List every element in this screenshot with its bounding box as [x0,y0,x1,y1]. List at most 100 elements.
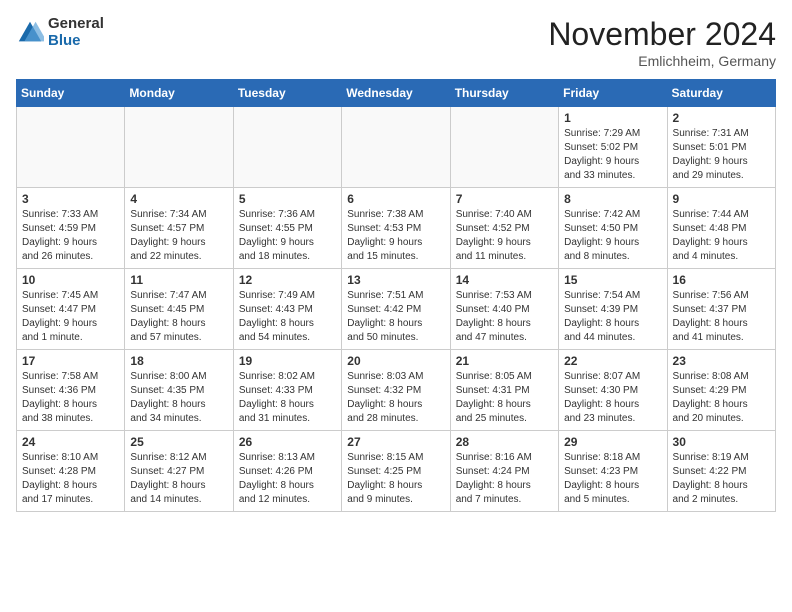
title-block: November 2024 Emlichheim, Germany [548,16,776,69]
calendar-cell: 13Sunrise: 7:51 AM Sunset: 4:42 PM Dayli… [342,269,450,350]
day-number: 16 [673,273,770,287]
day-number: 30 [673,435,770,449]
day-info: Sunrise: 8:02 AM Sunset: 4:33 PM Dayligh… [239,370,336,426]
day-number: 8 [564,192,661,206]
day-number: 9 [673,192,770,206]
calendar-cell [450,107,558,188]
day-number: 14 [456,273,553,287]
header-sunday: Sunday [17,80,125,107]
day-number: 24 [22,435,119,449]
calendar-cell: 17 Sunrise: 7:58 AM Sunset: 4:36 PM Dayli… [17,350,125,431]
location: Emlichheim, Germany [548,53,776,69]
day-number: 15 [564,273,661,287]
logo-icon [16,19,44,47]
day-info: Sunrise: 8:05 AM Sunset: 4:31 PM Dayligh… [456,370,553,426]
day-number: 1 [564,111,661,125]
day-number: 23 [673,354,770,368]
calendar-cell: 12 Sunrise: 7:49 AM Sunset: 4:43 PM Dayli… [233,269,341,350]
calendar-cell: 5Sunrise: 7:36 AM Sunset: 4:55 PM Daylig… [233,188,341,269]
day-number: 18 [130,354,227,368]
calendar-cell: 28 Sunrise: 8:16 AM Sunset: 4:24 PM Dayli… [450,431,558,512]
calendar-cell: 10 Sunrise: 7:45 AM Sunset: 4:47 PM Dayli… [17,269,125,350]
calendar-cell: 16 Sunrise: 7:56 AM Sunset: 4:37 PM Dayli… [667,269,775,350]
logo-blue: Blue [48,33,104,50]
day-info: Sunrise: 7:34 AM Sunset: 4:57 PM Dayligh… [130,208,227,264]
day-info: Sunrise: 8:15 AM Sunset: 4:25 PM Dayligh… [347,451,444,507]
header-friday: Friday [559,80,667,107]
day-info: Sunrise: 7:58 AM Sunset: 4:36 PM Dayligh… [22,370,119,426]
day-info: Sunrise: 8:13 AM Sunset: 4:26 PM Dayligh… [239,451,336,507]
header-saturday: Saturday [667,80,775,107]
day-number: 5 [239,192,336,206]
week-row-1: 1 Sunrise: 7:29 AM Sunset: 5:02 PM Daylig… [17,107,776,188]
day-info: Sunrise: 7:54 AM Sunset: 4:39 PM Dayligh… [564,289,661,345]
logo-general: General [48,16,104,33]
day-info: Sunrise: 8:10 AM Sunset: 4:28 PM Dayligh… [22,451,119,507]
month-title: November 2024 [548,16,776,53]
calendar-cell: 14Sunrise: 7:53 AM Sunset: 4:40 PM Dayli… [450,269,558,350]
calendar-cell: 2Sunrise: 7:31 AM Sunset: 5:01 PM Daylig… [667,107,775,188]
day-number: 6 [347,192,444,206]
calendar-cell [233,107,341,188]
day-number: 10 [22,273,119,287]
week-row-3: 10 Sunrise: 7:45 AM Sunset: 4:47 PM Dayli… [17,269,776,350]
calendar-cell: 11 Sunrise: 7:47 AM Sunset: 4:45 PM Dayli… [125,269,233,350]
day-info: Sunrise: 7:40 AM Sunset: 4:52 PM Dayligh… [456,208,553,264]
calendar-cell: 30 Sunrise: 8:19 AM Sunset: 4:22 PM Dayli… [667,431,775,512]
day-number: 12 [239,273,336,287]
day-number: 21 [456,354,553,368]
calendar-cell [342,107,450,188]
day-number: 7 [456,192,553,206]
day-info: Sunrise: 8:08 AM Sunset: 4:29 PM Dayligh… [673,370,770,426]
calendar-cell: 23 Sunrise: 8:08 AM Sunset: 4:29 PM Dayli… [667,350,775,431]
calendar-cell: 20 Sunrise: 8:03 AM Sunset: 4:32 PM Dayli… [342,350,450,431]
calendar-cell: 7 Sunrise: 7:40 AM Sunset: 4:52 PM Daylig… [450,188,558,269]
calendar-cell: 6 Sunrise: 7:38 AM Sunset: 4:53 PM Daylig… [342,188,450,269]
day-number: 17 [22,354,119,368]
calendar-cell [125,107,233,188]
logo-text: General Blue [48,16,104,49]
day-number: 29 [564,435,661,449]
day-info: Sunrise: 7:49 AM Sunset: 4:43 PM Dayligh… [239,289,336,345]
day-info: Sunrise: 8:16 AM Sunset: 4:24 PM Dayligh… [456,451,553,507]
day-info: Sunrise: 7:42 AM Sunset: 4:50 PM Dayligh… [564,208,661,264]
calendar-cell: 1 Sunrise: 7:29 AM Sunset: 5:02 PM Daylig… [559,107,667,188]
day-info: Sunrise: 7:33 AM Sunset: 4:59 PM Dayligh… [22,208,119,264]
calendar-cell: 3 Sunrise: 7:33 AM Sunset: 4:59 PM Daylig… [17,188,125,269]
calendar-cell: 15 Sunrise: 7:54 AM Sunset: 4:39 PM Dayli… [559,269,667,350]
day-info: Sunrise: 7:38 AM Sunset: 4:53 PM Dayligh… [347,208,444,264]
day-info: Sunrise: 7:45 AM Sunset: 4:47 PM Dayligh… [22,289,119,345]
day-info: Sunrise: 8:19 AM Sunset: 4:22 PM Dayligh… [673,451,770,507]
header-monday: Monday [125,80,233,107]
day-number: 22 [564,354,661,368]
day-info: Sunrise: 7:47 AM Sunset: 4:45 PM Dayligh… [130,289,227,345]
day-number: 3 [22,192,119,206]
header-thursday: Thursday [450,80,558,107]
day-info: Sunrise: 8:00 AM Sunset: 4:35 PM Dayligh… [130,370,227,426]
day-info: Sunrise: 8:03 AM Sunset: 4:32 PM Dayligh… [347,370,444,426]
day-number: 20 [347,354,444,368]
calendar-cell: 21 Sunrise: 8:05 AM Sunset: 4:31 PM Dayli… [450,350,558,431]
calendar-cell: 27 Sunrise: 8:15 AM Sunset: 4:25 PM Dayli… [342,431,450,512]
calendar-table: SundayMondayTuesdayWednesdayThursdayFrid… [16,79,776,512]
page-header: General Blue November 2024 Emlichheim, G… [16,16,776,69]
calendar-cell: 19Sunrise: 8:02 AM Sunset: 4:33 PM Dayli… [233,350,341,431]
calendar-cell: 22Sunrise: 8:07 AM Sunset: 4:30 PM Dayli… [559,350,667,431]
calendar-cell: 4 Sunrise: 7:34 AM Sunset: 4:57 PM Daylig… [125,188,233,269]
day-number: 25 [130,435,227,449]
day-number: 11 [130,273,227,287]
calendar-cell: 18 Sunrise: 8:00 AM Sunset: 4:35 PM Dayli… [125,350,233,431]
header-wednesday: Wednesday [342,80,450,107]
calendar-cell: 29Sunrise: 8:18 AM Sunset: 4:23 PM Dayli… [559,431,667,512]
calendar-cell: 26Sunrise: 8:13 AM Sunset: 4:26 PM Dayli… [233,431,341,512]
day-info: Sunrise: 7:56 AM Sunset: 4:37 PM Dayligh… [673,289,770,345]
calendar-cell: 25Sunrise: 8:12 AM Sunset: 4:27 PM Dayli… [125,431,233,512]
day-number: 28 [456,435,553,449]
calendar-cell: 9Sunrise: 7:44 AM Sunset: 4:48 PM Daylig… [667,188,775,269]
day-number: 27 [347,435,444,449]
day-info: Sunrise: 7:29 AM Sunset: 5:02 PM Dayligh… [564,127,661,183]
calendar-cell [17,107,125,188]
day-number: 4 [130,192,227,206]
day-info: Sunrise: 7:31 AM Sunset: 5:01 PM Dayligh… [673,127,770,183]
week-row-2: 3 Sunrise: 7:33 AM Sunset: 4:59 PM Daylig… [17,188,776,269]
